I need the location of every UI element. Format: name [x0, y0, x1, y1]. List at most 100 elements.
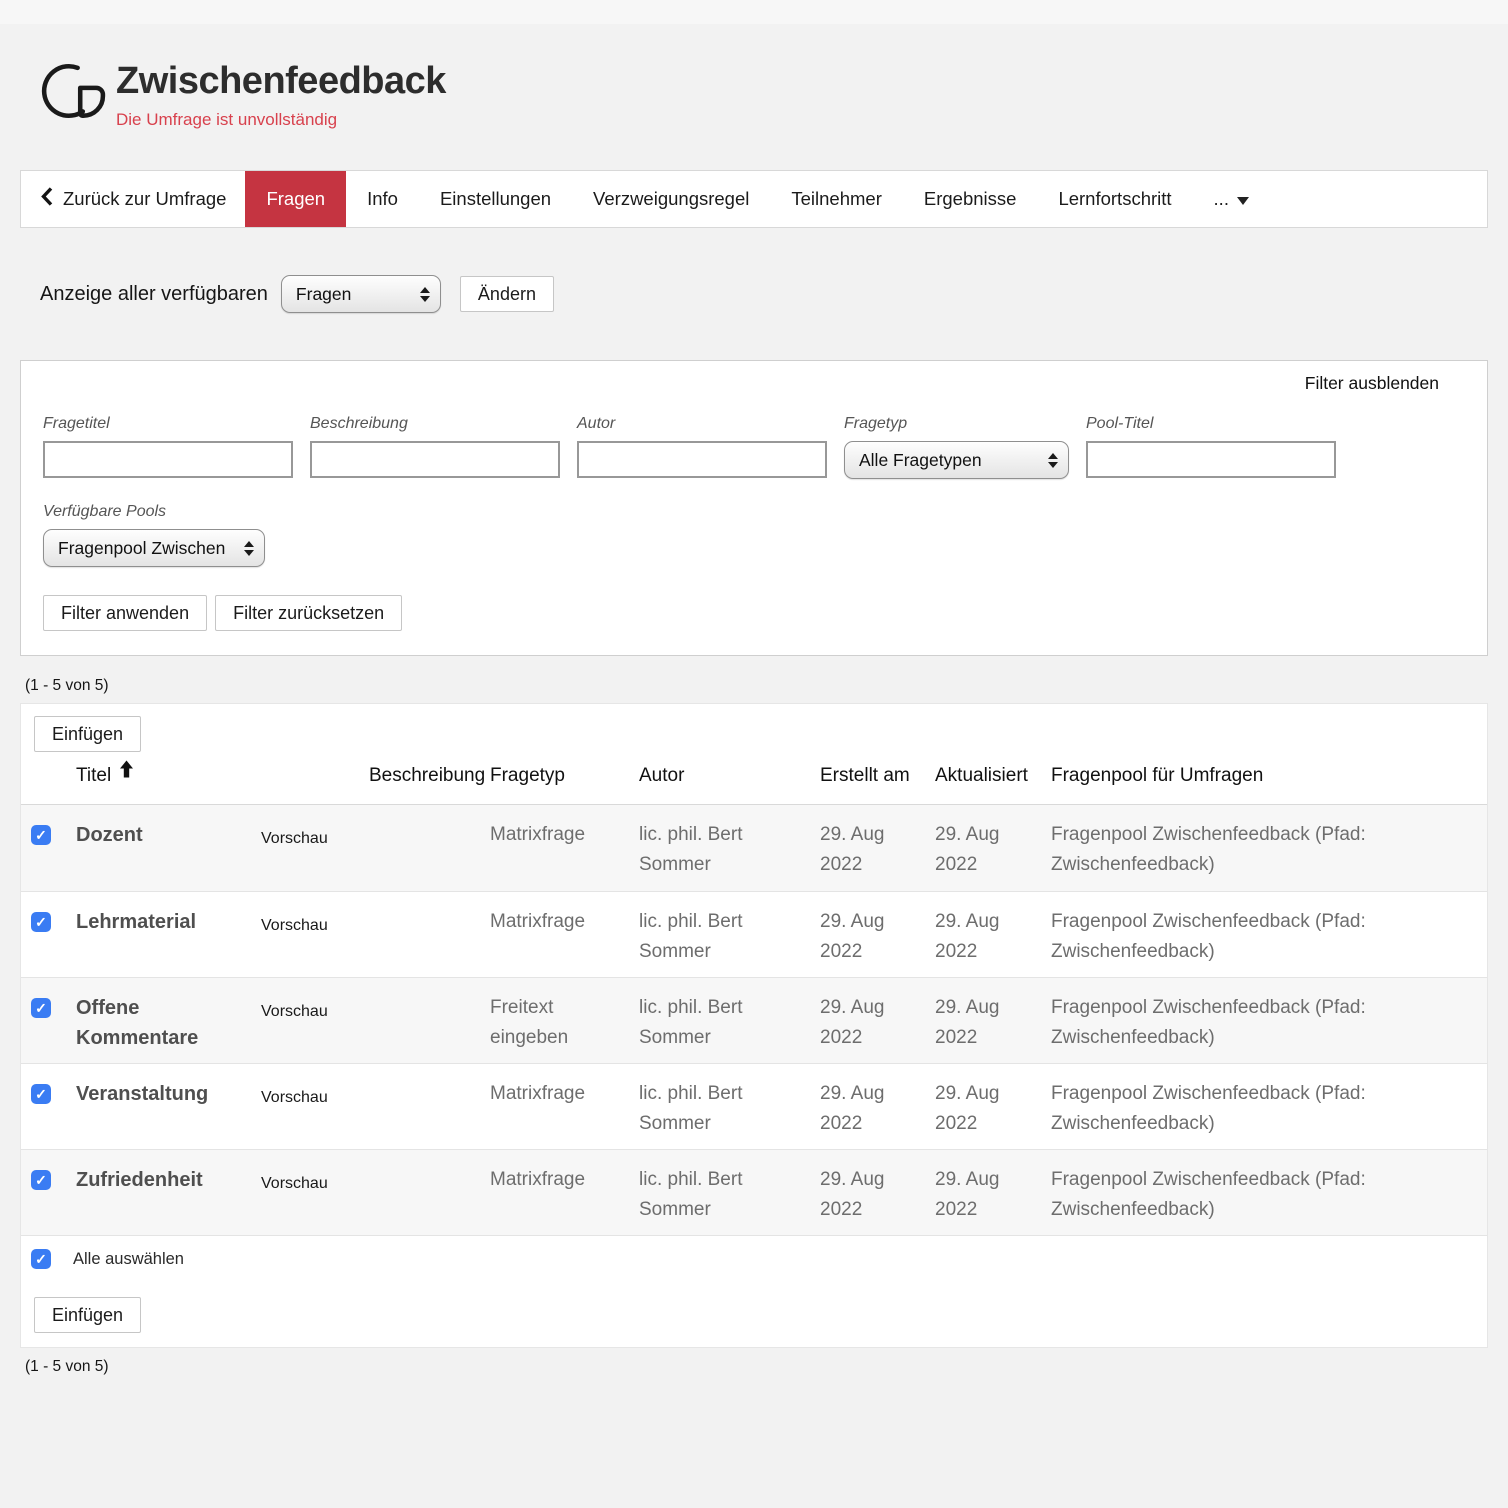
hide-filter-link[interactable]: Filter ausblenden: [1305, 373, 1439, 394]
select-stepper-icon: [420, 287, 430, 302]
filter-panel: Filter ausblenden Fragetitel Beschreibun…: [20, 360, 1488, 656]
question-title: Offene Kommentare: [76, 993, 261, 1063]
row-checkbox[interactable]: [31, 825, 51, 845]
question-title: Zufriedenheit: [76, 1165, 261, 1235]
question-author: lic. phil. Bert Sommer: [639, 1165, 820, 1235]
column-header-titel[interactable]: Titel: [76, 758, 261, 790]
tab-ergebnisse[interactable]: Ergebnisse: [903, 171, 1038, 227]
updated-date: 29. Aug 2022: [935, 1165, 1051, 1235]
page-header: Zwischenfeedback Die Umfrage ist unvolls…: [0, 24, 1508, 170]
change-button[interactable]: Ändern: [460, 276, 554, 312]
question-description: [369, 907, 490, 977]
preview-link[interactable]: Vorschau: [261, 1165, 369, 1235]
question-description: [369, 993, 490, 1063]
preview-link[interactable]: Vorschau: [261, 907, 369, 977]
filter-label-autor: Autor: [577, 415, 827, 433]
question-type: Freitext eingeben: [490, 993, 639, 1063]
display-mode-select[interactable]: Fragen: [281, 275, 441, 313]
table-body: Dozent Vorschau Matrixfrage lic. phil. B…: [21, 805, 1487, 1235]
preview-link[interactable]: Vorschau: [261, 1079, 369, 1149]
filter-label-pool-titel: Pool-Titel: [1086, 415, 1336, 433]
created-date: 29. Aug 2022: [820, 1165, 935, 1235]
question-title: Dozent: [76, 820, 261, 891]
display-mode-value: Fragen: [296, 284, 351, 305]
table-row-offene-kommentare: Offene Kommentare Vorschau Freitext eing…: [21, 977, 1487, 1063]
apply-filter-button[interactable]: Filter anwenden: [43, 595, 207, 631]
insert-button-top[interactable]: Einfügen: [34, 716, 141, 752]
created-date: 29. Aug 2022: [820, 907, 935, 977]
question-title: Veranstaltung: [76, 1079, 261, 1149]
column-header-fragenpool: Fragenpool für Umfragen: [1051, 761, 1474, 790]
table-row-lehrmaterial: Lehrmaterial Vorschau Matrixfrage lic. p…: [21, 891, 1487, 977]
question-pool: Fragenpool Zwischenfeedback (Pfad: Zwisc…: [1051, 820, 1474, 891]
tab-verzweigungsregel[interactable]: Verzweigungsregel: [572, 171, 770, 227]
question-author: lic. phil. Bert Sommer: [639, 907, 820, 977]
preview-link[interactable]: Vorschau: [261, 820, 369, 891]
column-header-erstellt-am: Erstellt am: [820, 761, 935, 790]
tab-fragen[interactable]: Fragen: [245, 171, 346, 227]
more-label: ...: [1214, 188, 1229, 210]
fragetyp-select-value: Alle Fragetypen: [859, 450, 982, 471]
filter-input-beschreibung[interactable]: [310, 441, 560, 478]
row-checkbox[interactable]: [31, 998, 51, 1018]
page-title: Zwischenfeedback: [116, 60, 446, 103]
sort-ascending-icon: [119, 758, 134, 787]
question-author: lic. phil. Bert Sommer: [639, 1079, 820, 1149]
display-selector-row: Anzeige aller verfügbaren Fragen Ändern: [40, 275, 1508, 313]
row-checkbox[interactable]: [31, 1084, 51, 1104]
filter-label-fragetitel: Fragetitel: [43, 415, 293, 433]
tab-teilnehmer[interactable]: Teilnehmer: [770, 171, 903, 227]
filter-input-pool-titel[interactable]: [1086, 441, 1336, 478]
updated-date: 29. Aug 2022: [935, 820, 1051, 891]
created-date: 29. Aug 2022: [820, 820, 935, 891]
preview-link[interactable]: Vorschau: [261, 993, 369, 1063]
tab-lernfortschritt[interactable]: Lernfortschritt: [1037, 171, 1192, 227]
column-header-autor: Autor: [639, 761, 820, 790]
question-description: [369, 1079, 490, 1149]
filter-select-pools[interactable]: Fragenpool Zwischen: [43, 529, 265, 567]
titel-header-label: Titel: [76, 761, 111, 790]
question-author: lic. phil. Bert Sommer: [639, 993, 820, 1063]
filter-fields-row: Fragetitel Beschreibung Autor Fragetyp A…: [43, 415, 1465, 479]
select-all-row: Alle auswählen: [21, 1235, 1487, 1281]
tab-info[interactable]: Info: [346, 171, 419, 227]
question-title: Lehrmaterial: [76, 907, 261, 977]
question-pool: Fragenpool Zwischenfeedback (Pfad: Zwisc…: [1051, 1079, 1474, 1149]
back-link-label: Zurück zur Umfrage: [63, 188, 226, 210]
table-row-veranstaltung: Veranstaltung Vorschau Matrixfrage lic. …: [21, 1063, 1487, 1149]
filter-input-autor[interactable]: [577, 441, 827, 478]
table-row-zufriedenheit: Zufriedenheit Vorschau Matrixfrage lic. …: [21, 1149, 1487, 1235]
back-to-survey-link[interactable]: Zurück zur Umfrage: [21, 171, 245, 227]
question-type: Matrixfrage: [490, 1165, 639, 1235]
tab-more-menu[interactable]: ...: [1193, 171, 1270, 227]
row-checkbox[interactable]: [31, 912, 51, 932]
table-header-row: Titel Beschreibung Fragetyp Autor Erstel…: [21, 758, 1487, 805]
questions-table-panel: Einfügen Titel Beschreibung Fragetyp Aut…: [20, 703, 1488, 1348]
caret-down-icon: [1237, 197, 1249, 205]
display-selector-label: Anzeige aller verfügbaren: [40, 283, 268, 306]
question-author: lic. phil. Bert Sommer: [639, 820, 820, 891]
select-all-checkbox[interactable]: [31, 1249, 51, 1269]
tab-einstellungen[interactable]: Einstellungen: [419, 171, 572, 227]
table-row-dozent: Dozent Vorschau Matrixfrage lic. phil. B…: [21, 805, 1487, 891]
chevron-left-icon: [40, 187, 53, 211]
filter-label-pools: Verfügbare Pools: [43, 503, 1465, 521]
filter-select-fragetyp[interactable]: Alle Fragetypen: [844, 441, 1069, 479]
insert-button-bottom[interactable]: Einfügen: [34, 1297, 141, 1333]
survey-object-icon: [40, 60, 106, 126]
column-header-fragetyp: Fragetyp: [490, 761, 639, 790]
question-pool: Fragenpool Zwischenfeedback (Pfad: Zwisc…: [1051, 907, 1474, 977]
updated-date: 29. Aug 2022: [935, 993, 1051, 1063]
select-stepper-icon: [1048, 453, 1058, 468]
question-type: Matrixfrage: [490, 820, 639, 891]
updated-date: 29. Aug 2022: [935, 907, 1051, 977]
row-checkbox[interactable]: [31, 1170, 51, 1190]
tab-bar: Zurück zur Umfrage Fragen Info Einstellu…: [20, 170, 1488, 228]
pagination-top: (1 - 5 von 5): [25, 677, 1508, 695]
filter-label-fragetyp: Fragetyp: [844, 415, 1069, 433]
question-pool: Fragenpool Zwischenfeedback (Pfad: Zwisc…: [1051, 1165, 1474, 1235]
question-description: [369, 820, 490, 891]
filter-input-fragetitel[interactable]: [43, 441, 293, 478]
created-date: 29. Aug 2022: [820, 1079, 935, 1149]
reset-filter-button[interactable]: Filter zurücksetzen: [215, 595, 402, 631]
